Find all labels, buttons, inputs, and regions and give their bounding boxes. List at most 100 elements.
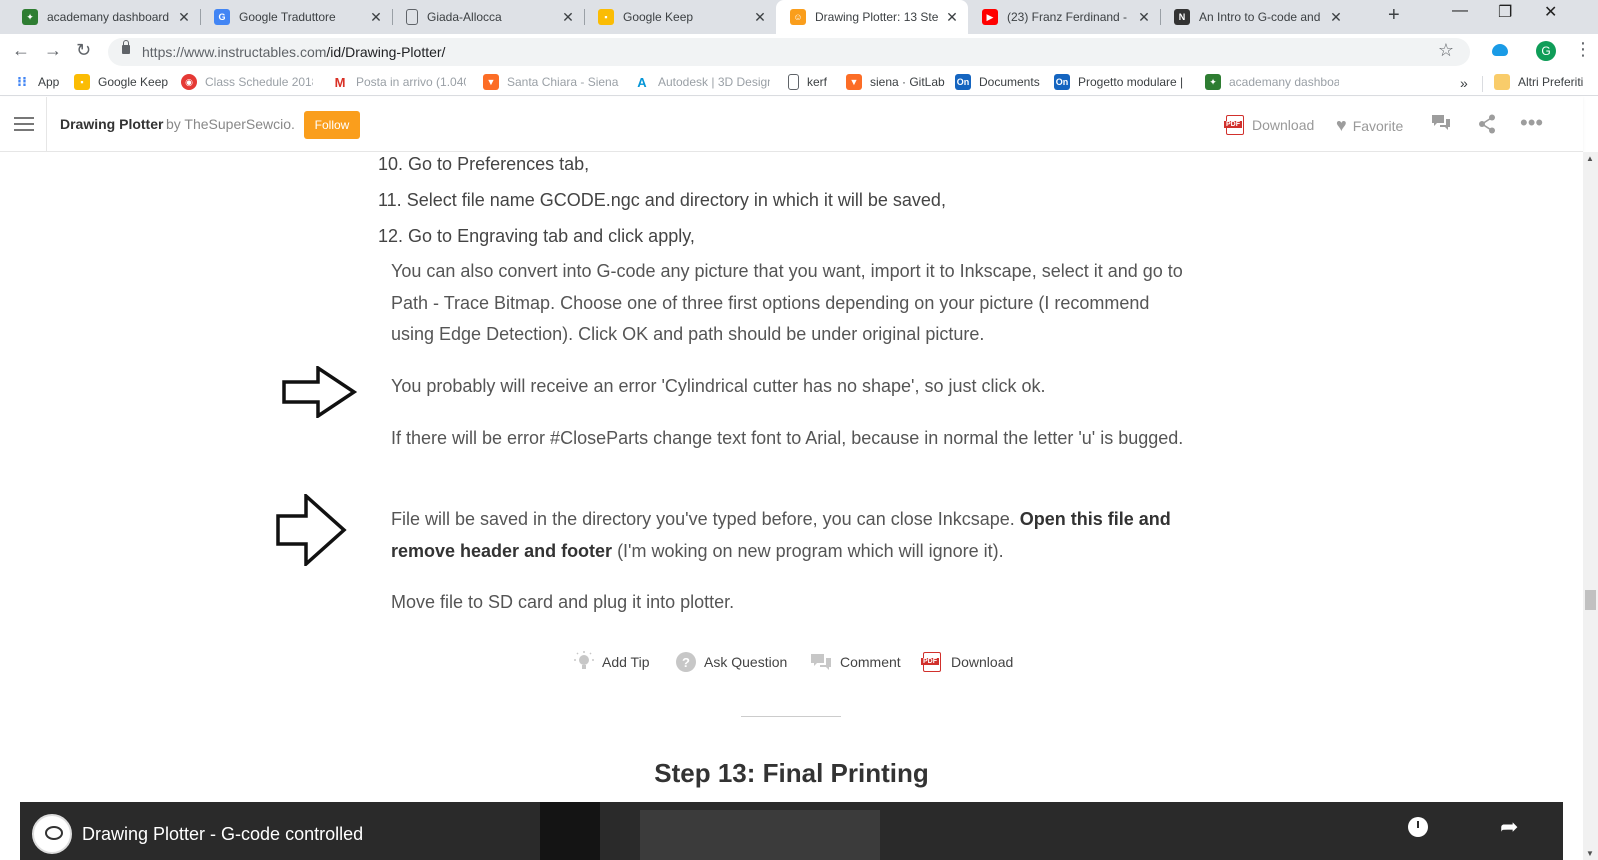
tab-google-keep[interactable]: ▪ Google Keep ✕ [584, 0, 776, 34]
paragraph-save-file: File will be saved in the directory you'… [391, 504, 1191, 567]
list-text: Go to Preferences tab, [408, 154, 590, 174]
step-download-button[interactable]: Download [921, 652, 1014, 672]
bookmarks-separator [1482, 76, 1483, 92]
header-separator [46, 97, 47, 152]
bookmark-siena-gitlab[interactable]: ▼ siena · GitLab [846, 74, 946, 90]
gitlab-icon: ▼ [846, 74, 862, 90]
comment-button[interactable]: Comment [810, 652, 901, 672]
comment-label: Comment [840, 654, 901, 670]
ask-question-button[interactable]: ? Ask Question [676, 652, 787, 672]
author-byline[interactable]: by TheSuperSewcio. [166, 116, 295, 132]
bookmark-academany[interactable]: ✦ academany dashboar [1205, 74, 1339, 90]
step-list-item: 11. Select file name GCODE.ngc and direc… [378, 190, 946, 211]
header-download-button[interactable]: Download [1224, 115, 1314, 135]
restore-window-icon[interactable]: ❐ [1498, 2, 1512, 22]
page-scrollbar[interactable]: ▲ ▼ [1583, 152, 1598, 860]
tab-title: academany dashboard [47, 10, 170, 24]
header-favorite-button[interactable]: ♥ Favorite [1336, 115, 1403, 136]
share-icon[interactable] [1478, 114, 1496, 134]
list-number: 10. [378, 154, 404, 174]
url-text: https://www.instructables.com/id/Drawing… [142, 44, 445, 60]
tab-academany[interactable]: ✦ academany dashboard ✕ [8, 0, 200, 34]
more-options-icon[interactable]: ••• [1520, 110, 1543, 136]
download-label: Download [951, 654, 1014, 670]
tab-giada-allocca[interactable]: Giada-Allocca ✕ [392, 0, 584, 34]
share-arrow-icon[interactable]: ➦ [1500, 814, 1518, 840]
tab-google-traduttore[interactable]: G Google Traduttore ✕ [200, 0, 392, 34]
bookmark-app[interactable]: ⁝⁝ App [14, 74, 66, 90]
close-tab-icon[interactable]: ✕ [176, 9, 192, 26]
onshape-icon: On [955, 74, 971, 90]
hamburger-menu-icon[interactable] [14, 117, 34, 131]
address-toolbar: ← → ↻ https://www.instructables.com/id/D… [0, 34, 1598, 70]
tab-franz-ferdinand[interactable]: ▶ (23) Franz Ferdinand - Ta ✕ [968, 0, 1160, 34]
site-header: Drawing Plotter by TheSuperSewcio. Follo… [0, 97, 1583, 152]
document-icon [406, 9, 418, 25]
apps-grid-icon: ⁝⁝ [17, 74, 27, 89]
step-13-title: Step 13: Final Printing [654, 758, 929, 788]
tab-intro-gcode[interactable]: N An Intro to G-code and I ✕ [1160, 0, 1352, 34]
comments-icon[interactable] [1430, 113, 1452, 133]
paragraph-convert-picture: You can also convert into G-code any pic… [391, 261, 1183, 344]
bookmark-other[interactable]: Altri Preferiti [1494, 74, 1594, 90]
watch-later-icon[interactable] [1408, 817, 1428, 837]
onshape-icon: On [1054, 74, 1070, 90]
bookmark-class-schedule[interactable]: ◉ Class Schedule 2018 [181, 74, 313, 90]
close-tab-icon[interactable]: ✕ [1328, 9, 1344, 26]
bookmark-documents[interactable]: On Documents [955, 74, 1045, 90]
scroll-up-arrow-icon[interactable]: ▲ [1586, 154, 1594, 163]
minimize-window-icon[interactable]: — [1452, 2, 1468, 20]
scrollbar-thumb[interactable] [1585, 590, 1596, 610]
tab-drawing-plotter[interactable]: ☺ Drawing Plotter: 13 Step ✕ [776, 0, 968, 34]
bookmark-google-keep[interactable]: ▪ Google Keep [74, 74, 174, 90]
nc-icon: N [1174, 9, 1190, 25]
add-tip-button[interactable]: Add Tip [574, 651, 650, 672]
forward-arrow-icon[interactable]: → [44, 40, 62, 61]
question-icon: ? [676, 652, 696, 672]
url-omnibox[interactable]: https://www.instructables.com/id/Drawing… [108, 38, 1470, 66]
list-number: 12. [378, 226, 404, 246]
bookmark-label: App [38, 75, 60, 89]
browser-menu-icon[interactable]: ⋮ [1574, 39, 1592, 60]
project-title[interactable]: Drawing Plotter [60, 116, 163, 132]
bookmark-label: Autodesk | 3D Design [658, 75, 770, 89]
scroll-down-arrow-icon[interactable]: ▼ [1586, 849, 1594, 858]
cloud-extension-icon[interactable] [1492, 44, 1508, 56]
close-tab-icon[interactable]: ✕ [560, 9, 576, 26]
close-tab-icon[interactable]: ✕ [368, 9, 384, 26]
add-tip-label: Add Tip [602, 654, 650, 670]
page-icon [788, 74, 799, 90]
close-tab-icon[interactable]: ✕ [1136, 9, 1152, 26]
gitlab-icon: ▼ [483, 74, 499, 90]
tab-title: (23) Franz Ferdinand - Ta [1007, 10, 1130, 24]
bookmark-santa-chiara[interactable]: ▼ Santa Chiara - Siena [483, 74, 619, 90]
bookmark-label: Posta in arrivo (1.040 [356, 75, 466, 89]
close-tab-icon[interactable]: ✕ [944, 9, 960, 26]
svg-text:?: ? [682, 655, 690, 670]
channel-avatar[interactable] [32, 814, 72, 854]
bookmark-kerf[interactable]: kerf [788, 74, 838, 90]
close-tab-icon[interactable]: ✕ [752, 9, 768, 26]
step-list-item: 10. Go to Preferences tab, [378, 154, 589, 175]
bookmark-autodesk[interactable]: A Autodesk | 3D Design [634, 74, 770, 90]
close-window-icon[interactable]: ✕ [1544, 2, 1557, 22]
right-arrow-icon [282, 366, 358, 418]
bookmark-star-icon[interactable]: ☆ [1438, 40, 1454, 61]
google-translate-icon: G [214, 9, 230, 25]
profile-avatar[interactable]: G [1536, 41, 1556, 61]
back-arrow-icon[interactable]: ← [12, 40, 30, 61]
bookmark-label: Santa Chiara - Siena [507, 75, 619, 89]
bookmark-label: Progetto modulare | [1078, 75, 1184, 89]
heart-icon: ♥ [1336, 115, 1347, 135]
video-title[interactable]: Drawing Plotter - G-code controlled [82, 824, 363, 845]
bookmark-posta[interactable]: M Posta in arrivo (1.040 [332, 74, 466, 90]
reload-icon[interactable]: ↻ [76, 40, 91, 61]
bookmark-label: Altri Preferiti [1518, 75, 1584, 89]
bookmark-progetto-modulare[interactable]: On Progetto modulare | [1054, 74, 1190, 90]
new-tab-button[interactable]: + [1388, 4, 1400, 27]
more-bookmarks-chevron-icon[interactable]: » [1460, 75, 1468, 91]
follow-button[interactable]: Follow [304, 111, 360, 139]
instructables-icon: ☺ [790, 9, 806, 25]
text-span: File will be saved in the directory you'… [391, 509, 1020, 529]
embedded-video-player[interactable]: Drawing Plotter - G-code controlled ➦ [20, 802, 1563, 860]
